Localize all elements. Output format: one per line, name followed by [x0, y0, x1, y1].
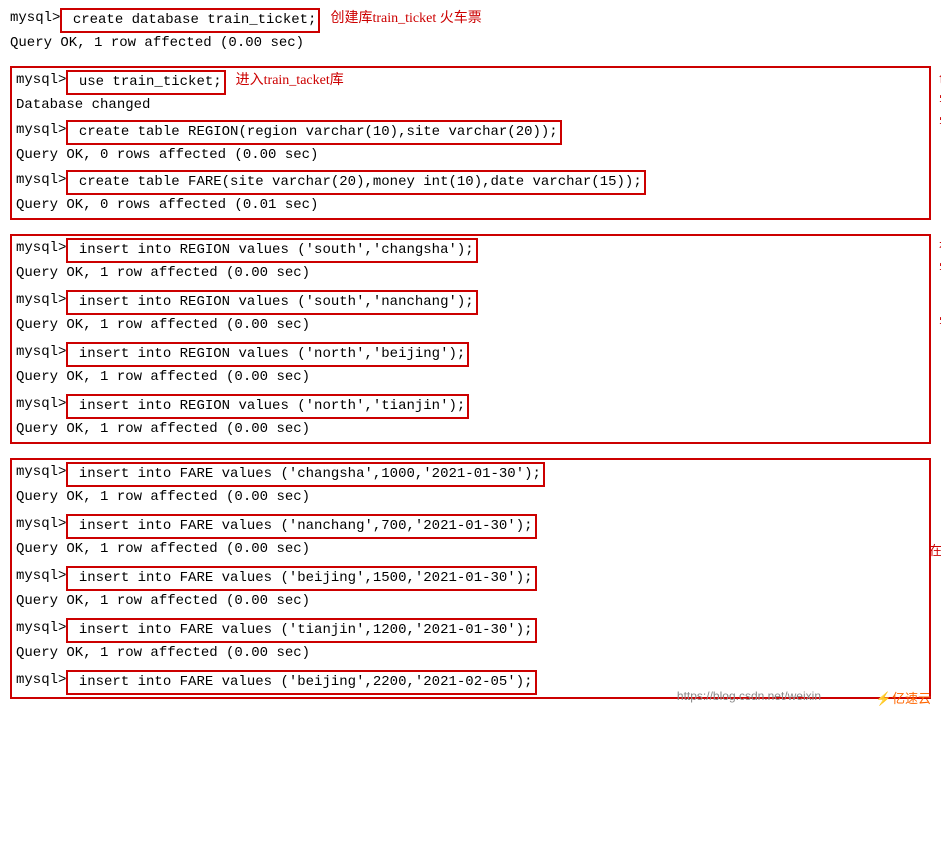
line-use-cmd: mysql> use train_ticket; 进入train_tacket库 [16, 70, 925, 95]
prompt-f3: mysql> [16, 566, 66, 587]
line-create-db-cmd: mysql> create database train_ticket; 创建库t… [10, 8, 931, 33]
prompt-f4: mysql> [16, 618, 66, 639]
line-create-region-cmd: mysql> create table REGION(region varcha… [16, 120, 925, 145]
result-insert-region-2: Query OK, 1 row affected (0.00 sec) [16, 315, 925, 336]
prompt-create-fare: mysql> [16, 170, 66, 191]
result-use: Database changed [16, 95, 925, 116]
cmd-insert-region-2: insert into REGION values ('south','nanc… [66, 290, 477, 315]
result-insert-fare-4: Query OK, 1 row affected (0.00 sec) [16, 643, 925, 664]
result-insert-fare-3: Query OK, 1 row affected (0.00 sec) [16, 591, 925, 612]
cmd-insert-fare-4: insert into FARE values ('tianjin',1200,… [66, 618, 536, 643]
prompt-r2: mysql> [16, 290, 66, 311]
prompt-f2: mysql> [16, 514, 66, 535]
cmd-insert-region-1: insert into REGION values ('south','chan… [66, 238, 477, 263]
prompt-f5: mysql> [16, 670, 66, 691]
result-create-fare: Query OK, 0 rows affected (0.01 sec) [16, 195, 925, 216]
line-insert-region-2-cmd: mysql> insert into REGION values ('south… [16, 290, 925, 315]
result-insert-region-1: Query OK, 1 row affected (0.00 sec) [16, 263, 925, 284]
line-insert-region-1-cmd: mysql> insert into REGION values ('south… [16, 238, 925, 263]
prompt-use: mysql> [16, 70, 66, 91]
result-insert-region-4: Query OK, 1 row affected (0.00 sec) [16, 419, 925, 440]
watermark: https://blog.csdn.net/weixin [677, 689, 821, 703]
logo-icon: ⚡ [876, 691, 892, 706]
group-region-inserts: 在表REGION中插入数据记录 字段一分别为：south：南方 north：北方… [10, 234, 931, 444]
result-insert-fare-1: Query OK, 1 row affected (0.00 sec) [16, 487, 925, 508]
group-fare-inserts: 在表FARE中再插入数据记录 mysql> insert into FARE v… [10, 458, 931, 699]
result-create-region: Query OK, 0 rows affected (0.00 sec) [16, 145, 925, 166]
logo-text: 亿速云 [892, 691, 931, 706]
line-insert-region-4-cmd: mysql> insert into REGION values ('north… [16, 394, 925, 419]
cmd-use: use train_ticket; [66, 70, 225, 95]
prompt-r4: mysql> [16, 394, 66, 415]
cmd-insert-fare-2: insert into FARE values ('nanchang',700,… [66, 514, 536, 539]
line-insert-fare-2-cmd: mysql> insert into FARE values ('nanchan… [16, 514, 925, 539]
result-insert-region-3: Query OK, 1 row affected (0.00 sec) [16, 367, 925, 388]
result-create-db: Query OK, 1 row affected (0.00 sec) [10, 33, 931, 54]
prompt-r1: mysql> [16, 238, 66, 259]
cmd-insert-fare-5: insert into FARE values ('beijing',2200,… [66, 670, 536, 695]
cmd-insert-region-3: insert into REGION values ('north','beij… [66, 342, 469, 367]
annotation-fare-inserts: 在表FARE中再插入数据记录 [929, 540, 941, 562]
cmd-create-db: create database train_ticket; [60, 8, 320, 33]
prompt: mysql> [10, 8, 60, 29]
line-insert-fare-4-cmd: mysql> insert into FARE values ('tianjin… [16, 618, 925, 643]
cmd-create-fare: create table FARE(site varchar(20),money… [66, 170, 645, 195]
prompt-f1: mysql> [16, 462, 66, 483]
terminal-container: mysql> create database train_ticket; 创建库t… [0, 0, 941, 711]
prompt-create-region: mysql> [16, 120, 66, 141]
block-create-db: mysql> create database train_ticket; 创建库t… [10, 8, 931, 54]
group-use-create: 创建表REGIN:地区 字段一:region:地区 可变长字段，最多10字符 字… [10, 66, 931, 220]
cmd-insert-fare-1: insert into FARE values ('changsha',1000… [66, 462, 544, 487]
cmd-insert-region-4: insert into REGION values ('north','tian… [66, 394, 469, 419]
result-insert-fare-2: Query OK, 1 row affected (0.00 sec) [16, 539, 925, 560]
annotation-insert-fare-title: 在表FARE中再插入数据记录 [929, 540, 941, 562]
annotation-use: 进入train_tacket库 [236, 70, 344, 91]
cmd-create-region: create table REGION(region varchar(10),s… [66, 120, 561, 145]
line-insert-fare-3-cmd: mysql> insert into FARE values ('beijing… [16, 566, 925, 591]
prompt-r3: mysql> [16, 342, 66, 363]
line-create-fare-cmd: mysql> create table FARE(site varchar(20… [16, 170, 925, 195]
cmd-insert-fare-3: insert into FARE values ('beijing',1500,… [66, 566, 536, 591]
logo: ⚡亿速云 [876, 688, 931, 707]
line-insert-fare-1-cmd: mysql> insert into FARE values ('changsh… [16, 462, 925, 487]
line-insert-region-3-cmd: mysql> insert into REGION values ('north… [16, 342, 925, 367]
annotation-create-db: 创建库train_ticket 火车票 [330, 8, 481, 29]
